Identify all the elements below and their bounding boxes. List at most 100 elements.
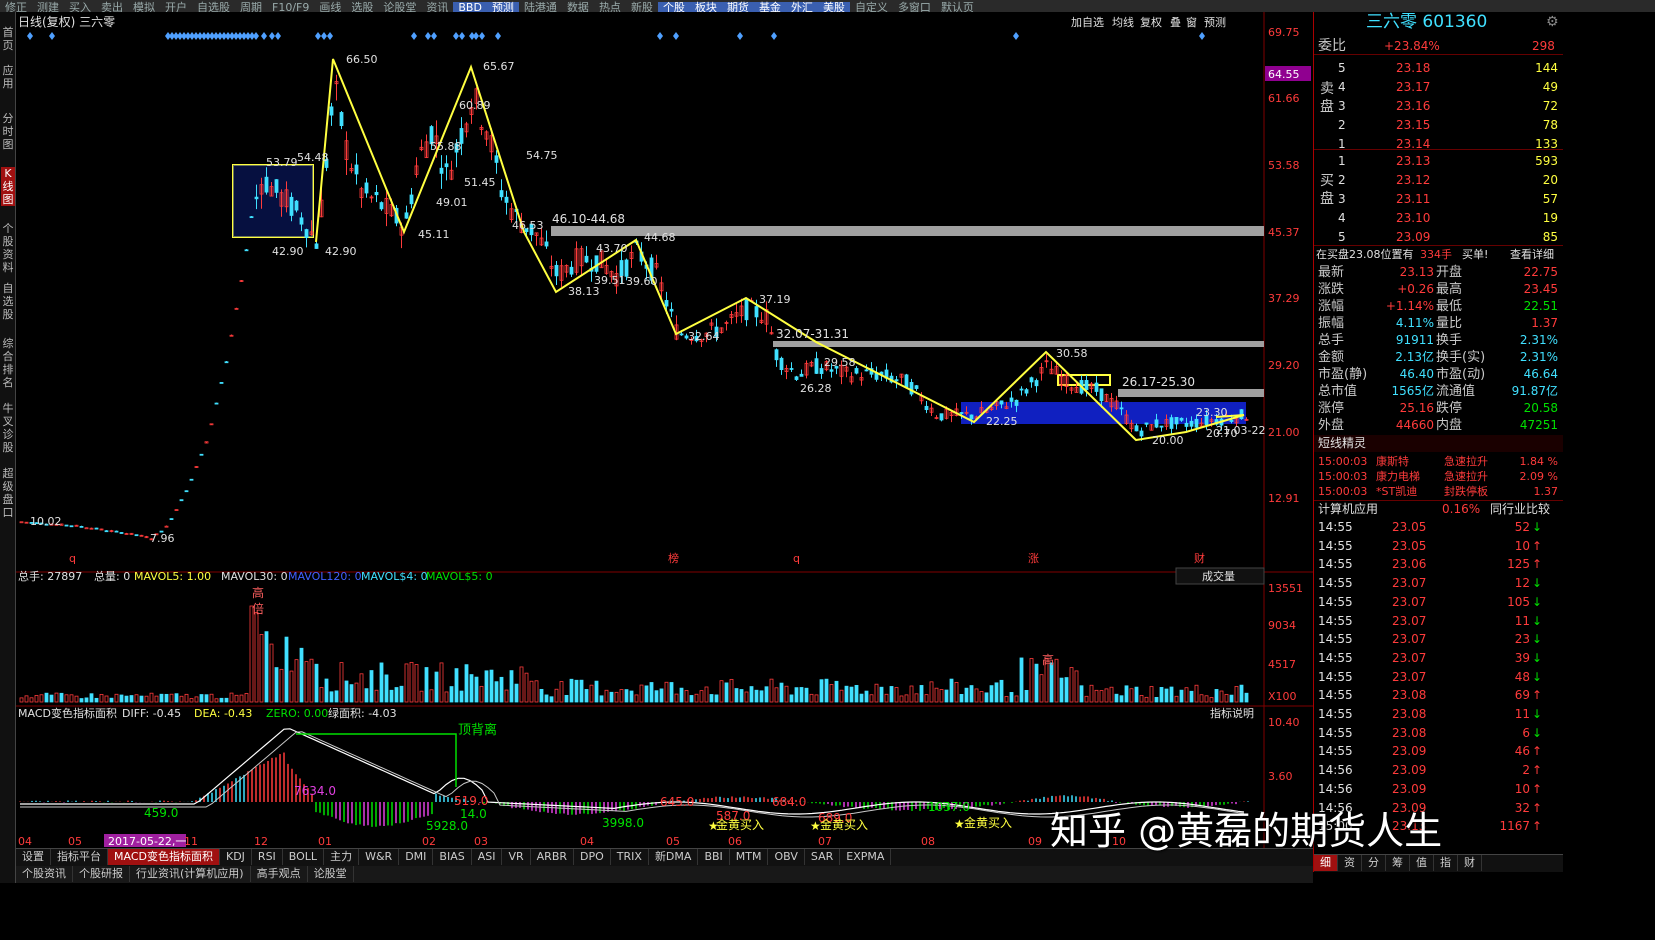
menu-window[interactable]: 窗 [1186,15,1197,29]
indicator-tab[interactable]: BBI [698,849,730,865]
ask-row[interactable]: 3 23.16 72 [1314,98,1563,115]
info-tab[interactable]: 行业资讯(计算机应用) [130,866,251,882]
toolbar-item[interactable]: 期货 [721,2,754,12]
toolbar-item[interactable]: 板块 [689,2,722,12]
chart-area[interactable]: 日线(复权) 三六零 加自选 均线 复权 叠 窗 预测 69.75 61.66 … [16,12,1313,872]
nav-super-panel[interactable]: 超级盘口 [1,467,15,519]
toolbar-item[interactable]: 热点 [594,2,626,13]
menu-forecast[interactable]: 预测 [1204,16,1226,29]
nav-home[interactable]: 首页 [1,26,15,52]
toolbar-item[interactable]: 修正 [0,2,32,13]
bid-row[interactable]: 3 23.11 57 [1314,191,1563,208]
menu-overlay[interactable]: 叠 [1170,16,1181,29]
macd-help[interactable]: 指标说明 [1210,706,1254,720]
indicator-tab[interactable]: MTM [730,849,769,865]
bid-row[interactable]: 4 23.10 19 [1314,210,1563,227]
indicator-tab[interactable]: TRIX [611,849,649,865]
bid-row[interactable]: 2 23.12 20 [1314,172,1563,189]
toolbar-item[interactable]: 测建 [32,2,64,13]
quote-tab[interactable]: 细 [1314,855,1338,871]
detail-link[interactable]: 查看详细 [1510,246,1554,263]
info-tab[interactable]: 个股研报 [73,866,130,882]
toolbar-item[interactable]: 开户 [160,2,192,13]
spirit-row[interactable]: 15:00:03 *ST凯迪 封跌停板 1.37 [1314,483,1563,500]
volume-bar [159,693,164,703]
toolbar-item[interactable]: 多窗口 [893,2,936,13]
ask-row[interactable]: 4 23.17 49 [1314,79,1563,96]
nav-apps[interactable]: 应用 [1,64,15,90]
indicator-tab[interactable]: BIAS [433,849,472,865]
nav-watchlist[interactable]: 自选股 [1,282,15,321]
toolbar-item[interactable]: 画线 [314,2,346,13]
nav-stock-info[interactable]: 个股资料 [1,222,15,274]
nav-diagnosis[interactable]: 牛叉诊股 [1,402,15,454]
toolbar-item[interactable]: 买入 [64,2,96,13]
indicator-tab[interactable]: MACD变色指标面积 [108,849,220,865]
toolbar-item[interactable]: 预测 [486,2,519,12]
bid-row[interactable]: 5 23.09 85 [1314,229,1563,246]
nav-kline[interactable]: K线图 [1,167,15,206]
kline-chart-svg[interactable]: 日线(复权) 三六零 加自选 均线 复权 叠 窗 预测 69.75 61.66 … [16,12,1313,848]
info-tab[interactable]: 个股资讯 [16,866,73,882]
ask-row[interactable]: 5 23.18 144 [1314,60,1563,77]
toolbar-item[interactable]: 美股 [817,2,850,12]
toolbar-item[interactable]: 陆港通 [519,2,562,13]
ask-row[interactable]: 1 23.14 133 [1314,136,1563,153]
volume-selector-label[interactable]: 成交量 [1202,569,1235,583]
indicator-tab[interactable]: RSI [252,849,283,865]
indicator-tab[interactable]: 设置 [16,849,51,865]
info-tab[interactable]: 高手观点 [251,866,308,882]
indicator-tab[interactable]: 新DMA [649,849,699,865]
indicator-tab[interactable]: DMI [399,849,434,865]
info-tab[interactable]: 论股堂 [308,866,354,882]
quote-tab[interactable]: 指 [1434,855,1458,871]
toolbar-item[interactable]: 选股 [346,2,378,13]
quote-tab[interactable]: 资 [1338,855,1362,871]
quote-tab[interactable]: 财 [1458,855,1482,871]
toolbar-item[interactable]: 资讯 [421,2,453,13]
toolbar-item[interactable]: BBD [453,2,487,12]
menu-adjust[interactable]: 复权 [1140,15,1162,29]
indicator-tab[interactable]: OBV [768,849,805,865]
toolbar-item[interactable]: 周期 [235,2,267,13]
indicator-tab[interactable]: BOLL [283,849,325,865]
nav-intraday[interactable]: 分时图 [1,112,15,151]
toolbar-item[interactable]: F10/F9 [267,2,314,13]
toolbar-item[interactable]: 自定义 [850,2,893,13]
quote-tab[interactable]: 分 [1362,855,1386,871]
toolbar-item[interactable]: 模拟 [128,2,160,13]
volume-bar [399,685,404,703]
toolbar-item[interactable]: 默认页 [936,2,979,13]
quote-tab[interactable]: 筹 [1386,855,1410,871]
indicator-tab[interactable]: EXPMA [840,849,892,865]
toolbar-item[interactable]: 新股 [626,2,658,13]
industry-compare[interactable]: 同行业比较 [1490,501,1550,518]
indicator-tab[interactable]: SAR [805,849,841,865]
quote-tab[interactable]: 值 [1410,855,1434,871]
toolbar-item[interactable]: 自选股 [192,2,235,13]
ask-row[interactable]: 2 23.15 78 [1314,117,1563,134]
toolbar-item[interactable]: 外汇 [785,2,818,12]
toolbar-item[interactable]: 论股堂 [378,2,421,13]
volume-bar [1224,693,1229,703]
gear-icon[interactable]: ⚙ [1546,14,1559,31]
indicator-tab[interactable]: KDJ [220,849,252,865]
toolbar-item[interactable]: 数据 [562,2,594,13]
indicator-tab[interactable]: VR [502,849,531,865]
indicator-tab[interactable]: DPO [574,849,611,865]
volume-bar [669,682,674,703]
indicator-tab[interactable]: ARBR [531,849,575,865]
bid-row[interactable]: 1 23.13 593 [1314,153,1563,170]
ask-level: 4 [1338,80,1346,94]
indicator-tab[interactable]: W&R [359,849,400,865]
toolbar-item[interactable]: 个股 [657,2,690,12]
volume-bar [1229,694,1234,703]
toolbar-item[interactable]: 卖出 [96,2,128,13]
menu-add-watch[interactable]: 加自选 [1071,16,1104,29]
indicator-tab[interactable]: 主力 [324,849,360,865]
indicator-tab[interactable]: ASI [472,849,503,865]
nav-ranking[interactable]: 综合排名 [1,337,15,389]
toolbar-item[interactable]: 基金 [753,2,786,12]
menu-ma[interactable]: 均线 [1112,15,1134,29]
indicator-tab[interactable]: 指标平台 [51,849,108,865]
